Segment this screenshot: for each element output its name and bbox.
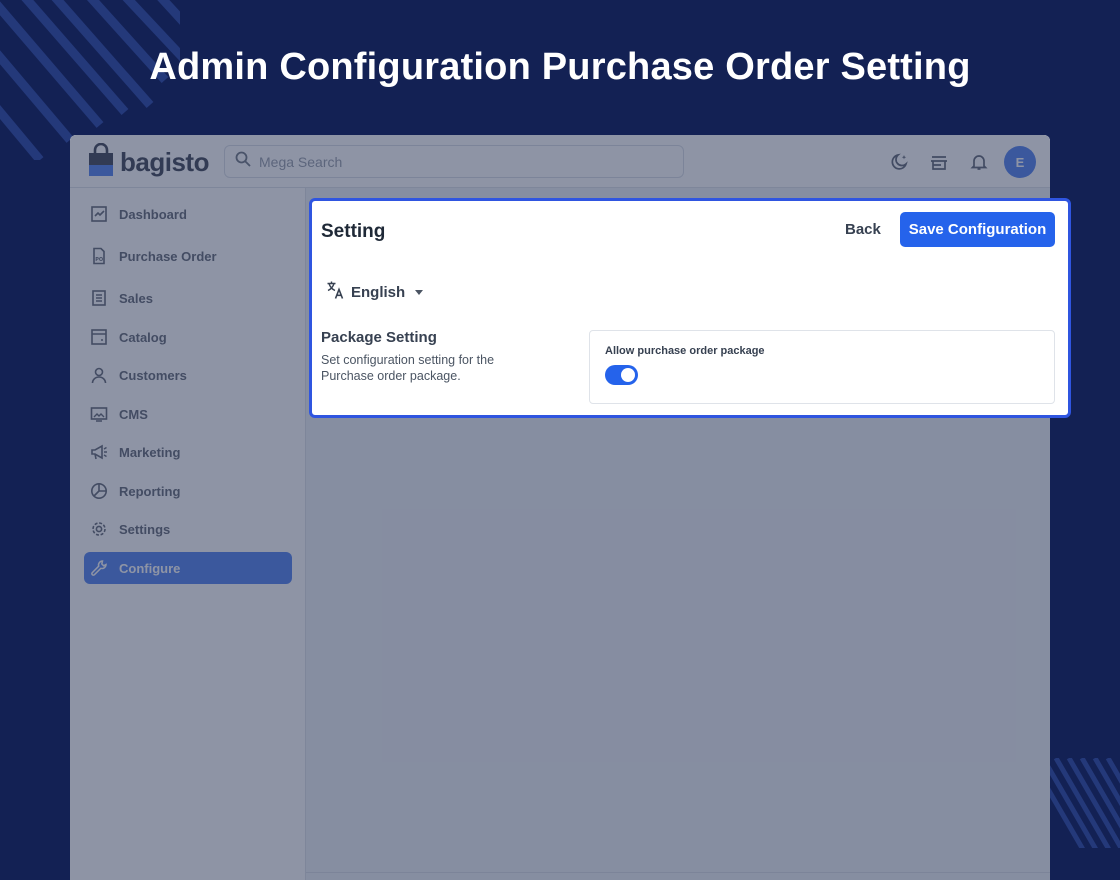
banner-title: Admin Configuration Purchase Order Setti… [149,46,971,88]
dark-mode-icon[interactable] [884,147,914,177]
search-placeholder: Mega Search [259,153,343,170]
sidebar-item-label: Dashboard [119,206,187,222]
bagisto-logo[interactable]: bagisto [88,142,209,182]
sidebar-item-catalog[interactable]: Catalog [84,321,292,353]
notification-bell-icon[interactable] [964,147,994,177]
language-selector[interactable]: English [326,280,424,305]
sidebar-item-configure[interactable]: Configure [84,552,292,584]
sidebar-item-cms[interactable]: CMS [84,398,292,430]
setting-card: Setting Back Save Configuration English … [309,198,1071,418]
caret-down-icon [415,290,424,295]
customers-icon [90,366,108,384]
settings-icon [90,520,108,538]
sidebar-item-label: Sales [119,290,153,306]
sidebar: Dashboard PO Purchase Order Sales Catalo… [70,188,306,880]
save-configuration-button[interactable]: Save Configuration [900,212,1055,247]
content-area-divider [306,872,1050,880]
page-title: Setting [321,221,386,242]
sidebar-item-label: Customers [119,367,187,383]
field-label: Allow purchase order package [605,345,765,357]
sidebar-item-sales[interactable]: Sales [84,282,292,314]
sidebar-item-purchase-order[interactable]: PO Purchase Order [84,240,292,272]
decorative-stripes-bottom-right [1048,758,1120,848]
storefront-icon[interactable] [924,147,954,177]
toggle-knob [621,368,635,382]
sidebar-item-dashboard[interactable]: Dashboard [84,198,292,230]
sidebar-item-label: Marketing [119,444,181,460]
sidebar-item-label: CMS [119,406,148,422]
sidebar-item-settings[interactable]: Settings [84,513,292,545]
dashboard-icon [90,205,108,223]
user-avatar[interactable]: E [1004,146,1036,178]
catalog-icon [90,328,108,346]
sidebar-item-label: Reporting [119,483,181,499]
sales-icon [90,289,108,307]
logo-text: bagisto [120,146,209,177]
section-title: Package Setting [321,329,437,346]
reporting-icon [90,482,108,500]
back-button[interactable]: Back [845,221,881,238]
sidebar-item-label: Configure [119,560,181,576]
top-navbar: bagisto Mega Search E [70,135,1050,188]
sidebar-item-label: Settings [119,521,171,537]
mega-search-input[interactable]: Mega Search [224,145,684,178]
sidebar-item-customers[interactable]: Customers [84,359,292,391]
sidebar-item-label: Catalog [119,329,167,345]
translate-icon [326,280,346,305]
svg-text:PO: PO [95,257,103,263]
sidebar-item-marketing[interactable]: Marketing [84,436,292,468]
section-description: Set configuration setting for the Purcha… [321,353,495,383]
purchase-order-icon: PO [90,247,108,265]
allow-purchase-order-toggle[interactable] [605,365,638,385]
search-icon [235,151,251,172]
shopping-bag-icon [88,142,114,182]
marketing-icon [90,443,108,461]
language-label: English [351,284,406,301]
sidebar-item-reporting[interactable]: Reporting [84,475,292,507]
cms-icon [90,405,108,423]
settings-field-box: Allow purchase order package [589,330,1055,404]
sidebar-item-label: Purchase Order [119,248,217,264]
configure-icon [90,559,108,577]
top-icon-group: E [874,146,1036,178]
